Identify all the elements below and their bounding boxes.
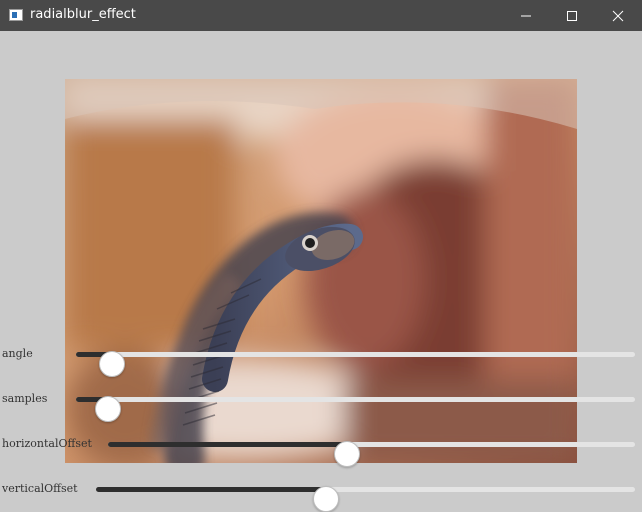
vertical-offset-slider-fill bbox=[96, 487, 326, 492]
angle-label: angle bbox=[2, 347, 33, 360]
maximize-icon bbox=[567, 11, 577, 21]
vertical-offset-slider[interactable] bbox=[96, 486, 635, 512]
vertical-offset-slider-thumb[interactable] bbox=[312, 486, 339, 512]
samples-slider[interactable] bbox=[76, 396, 635, 422]
slider-row-angle: angle bbox=[0, 344, 642, 377]
samples-label: samples bbox=[2, 392, 48, 405]
minimize-button[interactable] bbox=[503, 0, 549, 31]
slider-row-horizontal-offset: horizontalOffset bbox=[0, 434, 642, 467]
slider-row-vertical-offset: verticalOffset bbox=[0, 479, 642, 512]
horizontal-offset-label: horizontalOffset bbox=[2, 437, 92, 450]
horizontal-offset-slider-thumb[interactable] bbox=[333, 441, 360, 467]
app-window-icon bbox=[9, 9, 23, 21]
slider-row-samples: samples bbox=[0, 389, 642, 422]
close-button[interactable] bbox=[595, 0, 641, 31]
title-bar[interactable]: radialblur_effect bbox=[0, 0, 642, 31]
horizontal-offset-slider-fill bbox=[108, 442, 347, 447]
window-title: radialblur_effect bbox=[30, 7, 136, 22]
app-window: radialblur_effect angle samples horizont… bbox=[0, 0, 642, 512]
minimize-icon bbox=[521, 15, 531, 17]
close-icon bbox=[612, 10, 624, 22]
vertical-offset-label: verticalOffset bbox=[2, 482, 78, 495]
horizontal-offset-slider[interactable] bbox=[108, 441, 635, 467]
maximize-button[interactable] bbox=[549, 0, 595, 31]
angle-slider[interactable] bbox=[76, 351, 635, 377]
